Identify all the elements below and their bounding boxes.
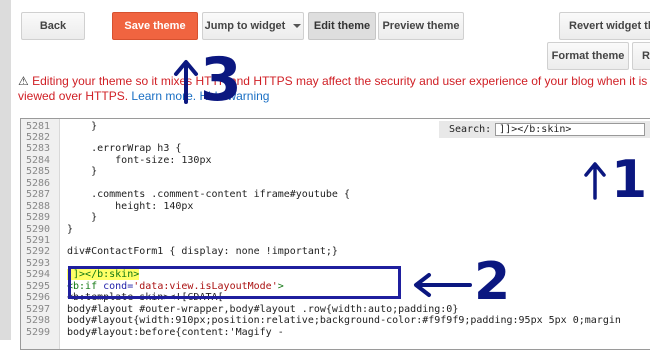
line-number: 5285 xyxy=(26,166,51,178)
revert-button-label: Revert widget the xyxy=(569,20,650,32)
code-text: .errorWrap h3 { xyxy=(67,143,182,155)
code-line: 5290} xyxy=(21,224,650,236)
code-text: body#layout #outer-wrapper,body#layout .… xyxy=(67,303,459,315)
preview-button-label: Preview theme xyxy=(382,20,460,32)
annotation-number-2: 2 xyxy=(474,252,511,312)
code-line: 5291 xyxy=(21,235,650,247)
line-number: 5286 xyxy=(26,177,51,189)
chevron-down-icon xyxy=(293,24,302,28)
extra-button[interactable]: R xyxy=(632,42,650,70)
https-warning: ⚠ Editing your theme so it mixes HTTP an… xyxy=(18,74,650,104)
line-number: 5283 xyxy=(26,143,51,155)
save-button-label: Save theme xyxy=(124,20,186,32)
line-number: 5292 xyxy=(26,246,51,258)
line-number: 5293 xyxy=(26,257,51,269)
line-number: 5296 xyxy=(26,292,51,304)
warning-icon: ⚠ xyxy=(18,74,29,88)
line-number: 5288 xyxy=(26,200,51,212)
search-input[interactable] xyxy=(495,123,646,136)
code-line: 5299 body#layout:before{content:'Magify - xyxy=(21,327,650,339)
code-text: font-size: 130px xyxy=(67,154,212,166)
line-number: 5297 xyxy=(26,303,51,315)
arrow-left-icon xyxy=(414,273,472,297)
back-button-label: Back xyxy=(39,20,67,32)
code-line: 5287 .comments .comment-content iframe#y… xyxy=(21,189,650,201)
search-label: Search: xyxy=(449,124,492,135)
warning-text: Editing your theme so it mixes HTTP and … xyxy=(18,74,648,103)
extra-button-label: R xyxy=(642,50,650,62)
code-line: 5297 body#layout #outer-wrapper,body#layo… xyxy=(21,304,650,316)
code-text: } xyxy=(67,120,98,132)
code-text: } xyxy=(67,166,98,178)
jump-to-widget-dropdown[interactable]: Jump to widget xyxy=(202,12,304,40)
revert-widget-button[interactable]: Revert widget the xyxy=(559,12,650,40)
line-number: 5290 xyxy=(26,223,51,235)
code-line: 5284 font-size: 130px xyxy=(21,155,650,167)
code-text: } xyxy=(67,212,98,224)
code-line: 5289 } xyxy=(21,212,650,224)
edit-theme-button[interactable]: Edit theme xyxy=(308,12,376,40)
code-text: } xyxy=(67,223,74,235)
left-sidebar-strip xyxy=(0,0,11,340)
search-bar: Search: xyxy=(439,121,650,138)
format-theme-button[interactable]: Format theme xyxy=(547,42,629,70)
edit-button-label: Edit theme xyxy=(313,20,371,32)
code-text: .comments .comment-content iframe#youtub… xyxy=(67,189,350,201)
format-button-label: Format theme xyxy=(551,50,625,62)
arrow-up-icon xyxy=(584,162,606,200)
code-line: 5285 } xyxy=(21,166,650,178)
line-number: 5299 xyxy=(26,326,51,338)
line-number: 5284 xyxy=(26,154,51,166)
code-line: 5283 .errorWrap h3 { xyxy=(21,143,650,155)
annotation-number-1: 1 xyxy=(611,150,648,210)
code-line: 5298 body#layout{width:910px;position:rel… xyxy=(21,315,650,327)
code-text: div#ContactForm1 { display: none !import… xyxy=(67,246,338,258)
line-number: 5289 xyxy=(26,212,51,224)
code-line: 5288 height: 140px xyxy=(21,201,650,213)
annotation-number-3: 3 xyxy=(200,45,242,115)
arrow-up-icon xyxy=(174,60,198,104)
line-number: 5282 xyxy=(26,131,51,143)
back-button[interactable]: Back xyxy=(21,12,85,40)
line-number: 5287 xyxy=(26,189,51,201)
preview-theme-button[interactable]: Preview theme xyxy=(378,12,464,40)
highlight-box xyxy=(68,266,401,299)
line-number: 5281 xyxy=(26,120,51,132)
line-number: 5291 xyxy=(26,235,51,246)
line-number: 5298 xyxy=(26,315,51,327)
save-theme-button[interactable]: Save theme xyxy=(112,12,198,40)
code-text: height: 140px xyxy=(67,200,194,212)
code-line: 5292 div#ContactForm1 { display: none !im… xyxy=(21,246,650,258)
jump-button-label: Jump to widget xyxy=(204,20,286,32)
line-number: 5294 xyxy=(26,269,51,281)
code-editor[interactable]: 5281 } 5282 5283 .errorWrap h3 {5284 font-… xyxy=(20,118,650,350)
code-line: 5286 xyxy=(21,178,650,190)
code-text: body#layout{width:910px;position:relativ… xyxy=(67,315,621,327)
line-number: 5295 xyxy=(26,280,51,292)
code-text: body#layout:before{content:'Magify - xyxy=(67,326,284,338)
